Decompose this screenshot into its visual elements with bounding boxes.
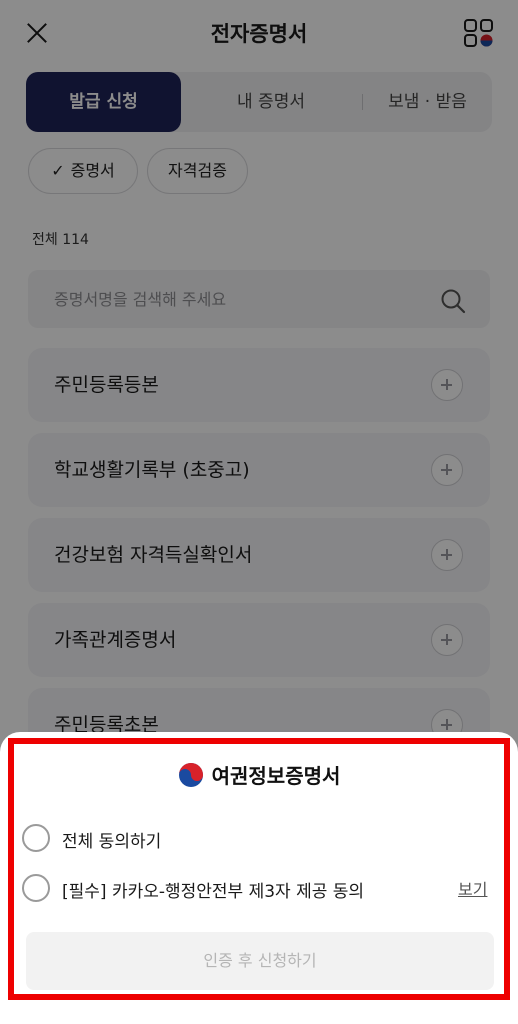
sheet-title: 여권정보증명서	[211, 764, 341, 788]
sheet-header: 여권정보증명서	[0, 760, 518, 789]
view-terms-link[interactable]: 보기	[458, 876, 487, 900]
submit-button[interactable]: 인증 후 신청하기	[26, 932, 494, 990]
agree-all-radio[interactable]	[22, 824, 50, 852]
government-emblem-icon	[178, 762, 203, 787]
agree-required-radio[interactable]	[22, 874, 50, 902]
agree-all-label[interactable]: 전체 동의하기	[62, 827, 161, 852]
agree-required-label[interactable]: [필수] 카카오-행정안전부 제3자 제공 동의	[62, 877, 364, 902]
